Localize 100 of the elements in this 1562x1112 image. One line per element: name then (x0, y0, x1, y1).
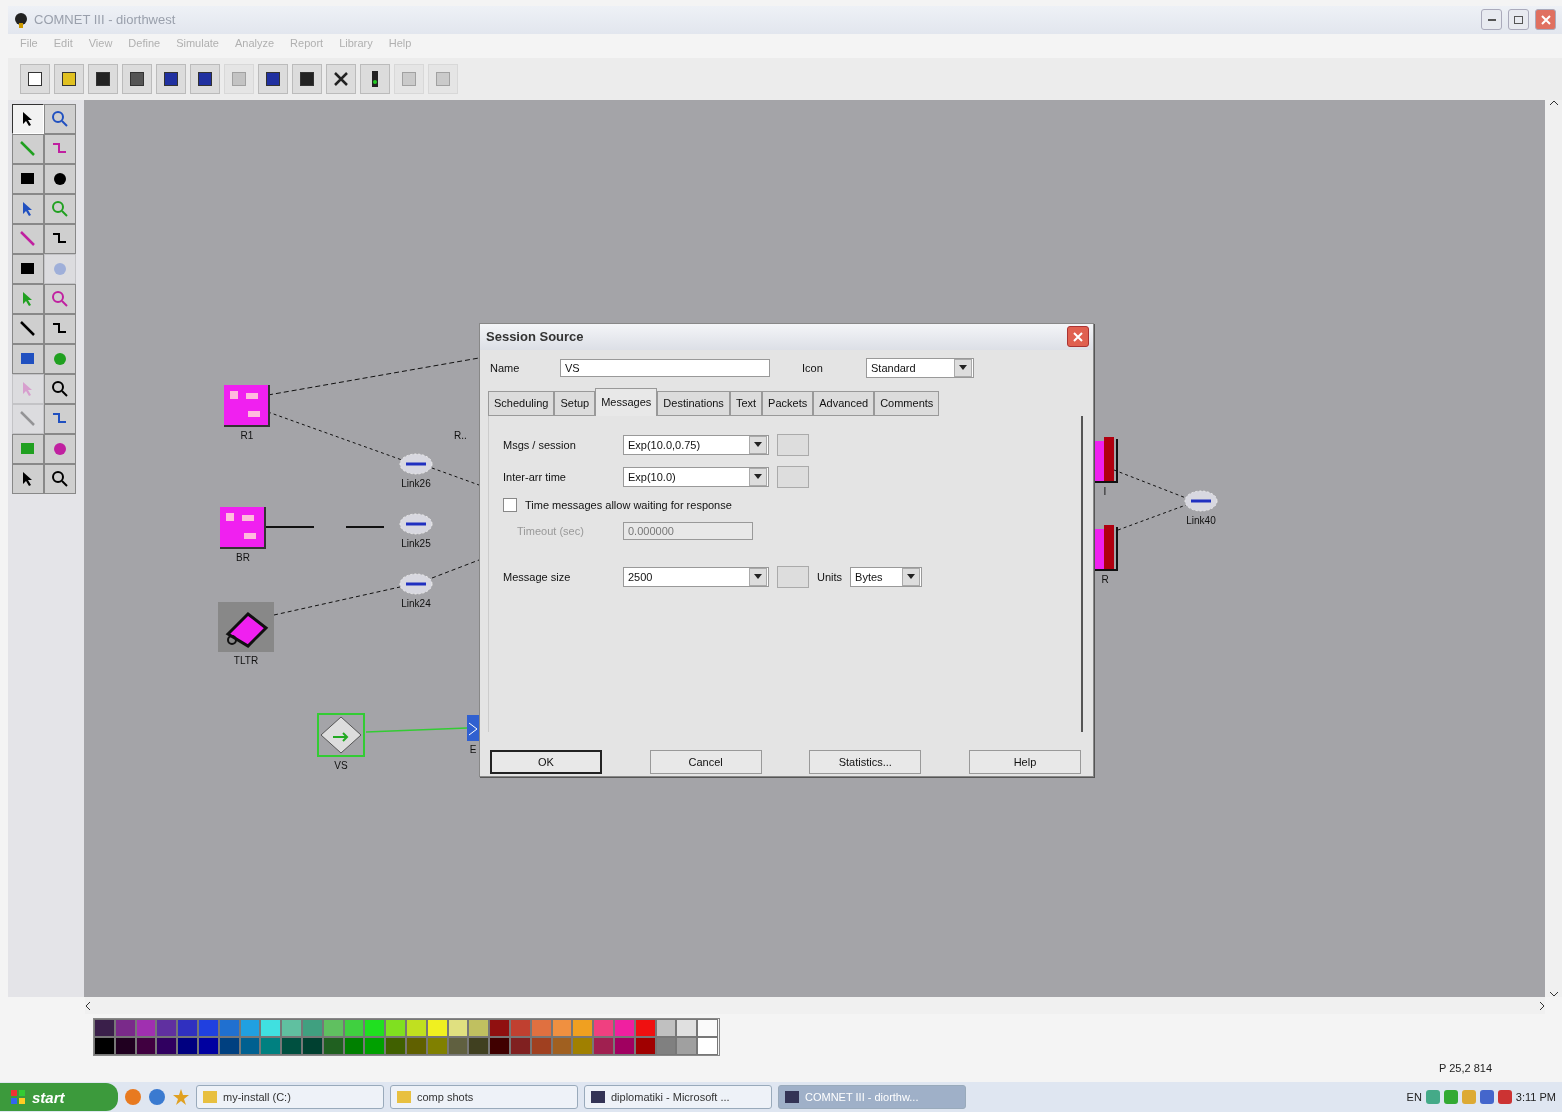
toolbar-button[interactable] (326, 63, 356, 94)
toolbar-button[interactable] (190, 63, 220, 94)
color-swatch[interactable] (135, 1019, 157, 1037)
minimize-button[interactable] (1481, 9, 1502, 31)
tray-icon[interactable] (1479, 1090, 1494, 1104)
color-swatch[interactable] (593, 1037, 614, 1055)
star-icon[interactable] (172, 1088, 190, 1106)
tray-icon[interactable] (1443, 1090, 1458, 1104)
color-swatch[interactable] (572, 1019, 594, 1037)
size-dropdown[interactable]: 2500 (623, 566, 769, 587)
name-field[interactable]: VS (560, 358, 770, 377)
color-swatch[interactable] (634, 1019, 656, 1037)
toolbar-button[interactable] (258, 63, 288, 94)
tool-button[interactable] (12, 463, 44, 494)
horizontal-scrollbar[interactable] (85, 997, 1545, 1014)
link-node[interactable] (399, 572, 433, 595)
taskbar-button[interactable]: my-install (C:) (196, 1085, 384, 1109)
globe-icon[interactable] (148, 1088, 166, 1106)
edit-button[interactable] (777, 465, 809, 488)
color-swatch[interactable] (509, 1037, 531, 1055)
color-swatch[interactable] (177, 1037, 198, 1055)
toolbar-button[interactable] (122, 63, 152, 94)
tray-icon[interactable] (1461, 1090, 1476, 1104)
toolbar-button[interactable] (54, 63, 84, 94)
link-node[interactable] (399, 512, 433, 535)
dialog-tab[interactable]: Advanced (813, 390, 875, 416)
restore-button[interactable] (1508, 9, 1529, 31)
units-dropdown[interactable]: Bytes (850, 566, 923, 587)
dialog-button[interactable]: Cancel (649, 749, 762, 774)
color-swatch[interactable] (281, 1037, 302, 1055)
color-swatch[interactable] (239, 1019, 261, 1037)
color-swatch[interactable] (218, 1019, 240, 1037)
language-indicator[interactable]: EN (1406, 1091, 1422, 1103)
color-swatch[interactable] (156, 1019, 178, 1037)
color-swatch[interactable] (468, 1019, 490, 1037)
color-swatch[interactable] (447, 1037, 469, 1055)
tool-button[interactable] (44, 163, 76, 194)
dialog-tab[interactable]: Text (729, 390, 763, 416)
tray-icon[interactable] (1497, 1090, 1512, 1104)
vertical-scrollbar[interactable] (1545, 99, 1562, 998)
color-swatch[interactable] (156, 1037, 178, 1055)
tool-button[interactable] (12, 163, 44, 194)
color-swatch[interactable] (281, 1019, 302, 1037)
color-swatch[interactable] (239, 1037, 261, 1055)
color-swatch[interactable] (676, 1037, 698, 1055)
toolbar-button[interactable] (20, 63, 50, 94)
dialog-tab[interactable]: Destinations (657, 390, 730, 416)
tool-button[interactable] (12, 253, 44, 284)
close-button[interactable] (1067, 326, 1089, 348)
color-swatch[interactable] (509, 1019, 531, 1037)
color-swatch[interactable] (135, 1037, 157, 1055)
color-swatch[interactable] (322, 1019, 344, 1037)
distribution-dropdown[interactable]: Exp(10.0,0.75) (623, 434, 769, 455)
toolbar-button[interactable] (88, 63, 118, 94)
toolbar-button[interactable] (292, 63, 322, 94)
color-swatch[interactable] (593, 1019, 614, 1037)
color-swatch[interactable] (114, 1037, 136, 1055)
color-swatch[interactable] (613, 1019, 635, 1037)
color-swatch[interactable] (676, 1019, 698, 1037)
color-swatch[interactable] (447, 1019, 469, 1037)
color-swatch[interactable] (530, 1037, 552, 1055)
edit-button[interactable] (777, 565, 809, 588)
color-swatch[interactable] (551, 1037, 573, 1055)
color-swatch[interactable] (551, 1019, 573, 1037)
color-swatch[interactable] (94, 1037, 115, 1055)
tool-button[interactable] (44, 313, 76, 344)
color-swatch[interactable] (634, 1037, 656, 1055)
tool-button[interactable] (44, 223, 76, 254)
tool-button[interactable] (12, 103, 44, 134)
color-swatch[interactable] (322, 1037, 344, 1055)
tool-button[interactable] (44, 373, 76, 404)
toolbar-button[interactable] (156, 63, 186, 94)
dialog-tab[interactable]: Messages (595, 387, 658, 416)
dialog-button[interactable]: OK (490, 749, 602, 774)
router-node[interactable] (220, 506, 266, 549)
color-swatch[interactable] (301, 1019, 323, 1037)
edit-button[interactable] (777, 433, 809, 456)
dialog-tab[interactable]: Packets (762, 390, 814, 416)
toolbar-button[interactable] (360, 63, 390, 94)
color-swatch[interactable] (198, 1019, 219, 1037)
close-button[interactable] (1535, 9, 1556, 31)
icon-dropdown[interactable]: Standard (866, 357, 974, 378)
color-swatch[interactable] (260, 1037, 282, 1055)
taskbar-button[interactable]: diplomatiki - Microsoft ... (584, 1085, 772, 1109)
tool-button[interactable] (12, 313, 44, 344)
color-swatch[interactable] (364, 1019, 386, 1037)
color-swatch[interactable] (218, 1037, 240, 1055)
tray-icon[interactable] (1425, 1090, 1440, 1104)
node-icon[interactable] (467, 714, 479, 741)
color-swatch[interactable] (301, 1037, 323, 1055)
color-swatch[interactable] (385, 1037, 406, 1055)
color-swatch[interactable] (364, 1037, 386, 1055)
color-swatch[interactable] (572, 1037, 594, 1055)
color-swatch[interactable] (613, 1037, 635, 1055)
tool-button[interactable] (44, 463, 76, 494)
color-swatch[interactable] (198, 1037, 219, 1055)
color-swatch[interactable] (385, 1019, 406, 1037)
color-swatch[interactable] (426, 1037, 448, 1055)
color-swatch[interactable] (489, 1037, 510, 1055)
color-swatch[interactable] (405, 1019, 427, 1037)
